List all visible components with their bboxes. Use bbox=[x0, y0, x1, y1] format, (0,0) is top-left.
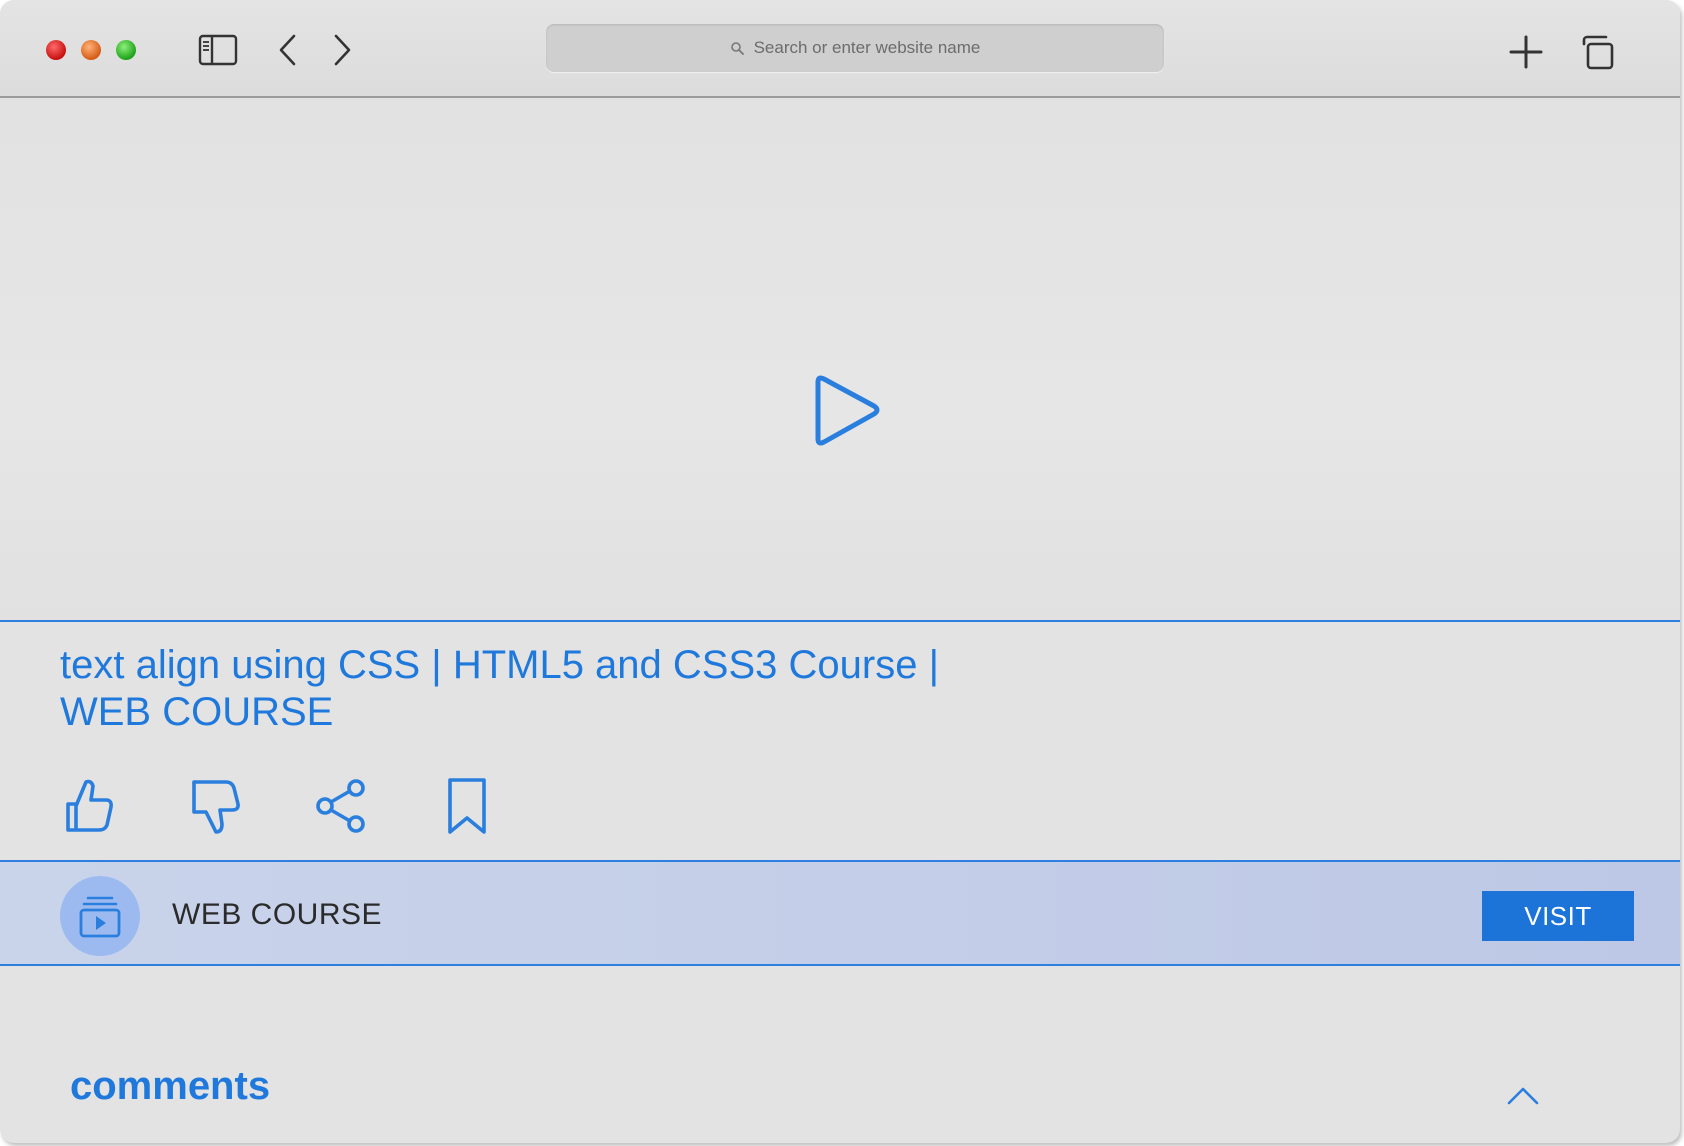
sidebar-icon[interactable] bbox=[198, 34, 238, 66]
video-player[interactable] bbox=[0, 98, 1680, 622]
dislike-button[interactable] bbox=[186, 776, 244, 836]
playlist-icon bbox=[79, 896, 121, 938]
channel-name[interactable]: WEB COURSE bbox=[172, 898, 382, 932]
save-button[interactable] bbox=[438, 776, 496, 836]
visit-button[interactable]: VISIT bbox=[1482, 891, 1634, 941]
browser-toolbar: Search or enter website name bbox=[0, 0, 1680, 98]
share-button[interactable] bbox=[312, 776, 370, 836]
share-icon bbox=[316, 779, 365, 833]
comments-heading: comments bbox=[70, 1064, 271, 1108]
maximize-window-button[interactable] bbox=[116, 40, 136, 60]
tabs-icon[interactable] bbox=[1578, 34, 1616, 72]
forward-icon[interactable] bbox=[330, 32, 354, 68]
video-title: text align using CSS | HTML5 and CSS3 Co… bbox=[60, 643, 939, 734]
thumbs-up-icon bbox=[66, 779, 113, 832]
play-icon[interactable] bbox=[810, 374, 882, 448]
bookmark-icon bbox=[448, 778, 486, 834]
minimize-window-button[interactable] bbox=[81, 40, 101, 60]
channel-avatar[interactable] bbox=[60, 876, 140, 956]
search-icon bbox=[730, 42, 744, 55]
back-icon[interactable] bbox=[276, 32, 300, 68]
browser-window: Search or enter website name text align … bbox=[0, 0, 1680, 1143]
thumbs-down-icon bbox=[192, 780, 240, 834]
chevron-up-icon[interactable] bbox=[1506, 1084, 1540, 1106]
channel-bar: WEB COURSE VISIT bbox=[0, 860, 1680, 966]
close-window-button[interactable] bbox=[46, 40, 66, 60]
plus-icon[interactable] bbox=[1508, 34, 1544, 70]
like-button[interactable] bbox=[60, 776, 118, 836]
address-bar[interactable]: Search or enter website name bbox=[546, 24, 1164, 72]
address-placeholder: Search or enter website name bbox=[753, 38, 981, 57]
